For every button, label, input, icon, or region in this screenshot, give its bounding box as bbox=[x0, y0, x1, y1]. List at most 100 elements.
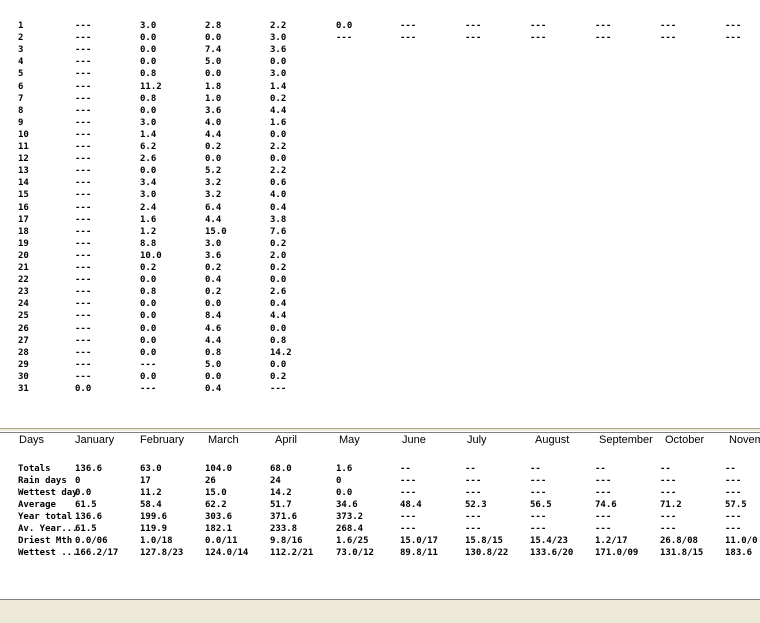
rainfall-cell: 0.0 bbox=[140, 33, 157, 44]
rainfall-cell: --- bbox=[75, 190, 92, 201]
rainfall-cell: --- bbox=[75, 359, 92, 370]
day-number: 21 bbox=[18, 263, 29, 273]
daily-row: 8 --- 0.0 3.6 4.4 bbox=[0, 105, 760, 117]
summary-cell: --- bbox=[465, 476, 482, 486]
day-number: 9 bbox=[18, 117, 24, 128]
column-header-month[interactable]: May bbox=[339, 433, 360, 447]
daily-row: 15 --- 3.0 3.2 4.0 bbox=[0, 189, 760, 201]
status-bar bbox=[0, 600, 760, 623]
rainfall-cell: --- bbox=[75, 69, 92, 80]
rainfall-cell: 0.0 bbox=[270, 323, 287, 334]
day-number: 12 bbox=[18, 154, 29, 165]
summary-cell: 119.9 bbox=[140, 524, 168, 534]
rainfall-cell: 5.2 bbox=[205, 166, 222, 177]
rainfall-cell: 0.0 bbox=[140, 335, 157, 346]
day-number: 7 bbox=[18, 93, 24, 104]
rainfall-cell: 0.8 bbox=[270, 335, 287, 346]
column-header-month[interactable]: Novem bbox=[729, 433, 760, 447]
column-header-month[interactable]: October bbox=[665, 433, 704, 447]
column-header-month[interactable]: August bbox=[535, 433, 569, 447]
column-header-month[interactable]: February bbox=[140, 433, 184, 447]
summary-row: Driest Mth 0.0/06 1.0/18 0.0/11 9.8/16 1.6/25… bbox=[0, 535, 760, 547]
column-header-month[interactable]: September bbox=[599, 433, 653, 447]
daily-row: 18 --- 1.2 15.0 7.6 bbox=[0, 226, 760, 238]
daily-row: 27 --- 0.0 4.4 0.8 bbox=[0, 335, 760, 347]
rainfall-cell: --- bbox=[75, 347, 92, 358]
column-header-month[interactable]: January bbox=[75, 433, 114, 447]
column-header-month[interactable]: March bbox=[208, 433, 239, 447]
summary-cell: -- bbox=[465, 464, 476, 474]
column-header-month[interactable]: April bbox=[275, 433, 297, 447]
rainfall-cell: --- bbox=[725, 33, 742, 44]
summary-cell: --- bbox=[725, 512, 742, 522]
daily-row: 31 0.0 --- 0.4 --- bbox=[0, 383, 760, 395]
column-header-month[interactable]: July bbox=[467, 433, 487, 447]
rainfall-cell: --- bbox=[75, 226, 92, 237]
rainfall-cell: --- bbox=[75, 142, 92, 152]
rainfall-cell: 11.2 bbox=[140, 81, 162, 92]
rainfall-cell: 7.6 bbox=[270, 226, 287, 237]
day-number: 6 bbox=[18, 81, 24, 92]
day-number: 25 bbox=[18, 311, 29, 322]
rainfall-cell: 3.6 bbox=[270, 45, 287, 56]
daily-rainfall-grid[interactable]: 1 --- 3.0 2.8 2.2 0.0 --- --- --- --- --- --- 2 --- 0.… bbox=[0, 0, 760, 428]
rainfall-cell: 0.8 bbox=[205, 347, 222, 358]
daily-row: 30 --- 0.0 0.0 0.2 bbox=[0, 371, 760, 383]
rainfall-cell: 4.4 bbox=[270, 311, 287, 322]
rainfall-cell: 0.4 bbox=[205, 275, 222, 286]
rainfall-cell: 0.0 bbox=[140, 323, 157, 334]
monthly-summary-grid[interactable]: Days January February March April May June July… bbox=[0, 432, 760, 600]
summary-row: Wettest day 0.0 11.2 15.0 14.2 0.0 --- --- --- --… bbox=[0, 487, 760, 499]
rainfall-cell: 8.8 bbox=[140, 238, 157, 249]
summary-cell: 0 bbox=[336, 476, 342, 486]
summary-cell: -- bbox=[595, 464, 606, 474]
daily-row: 16 --- 2.4 6.4 0.4 bbox=[0, 202, 760, 214]
rainfall-cell: 0.8 bbox=[140, 93, 157, 104]
summary-cell: 73.0/12 bbox=[336, 548, 374, 558]
rainfall-cell: 0.0 bbox=[140, 371, 157, 382]
rainfall-cell: 5.0 bbox=[205, 359, 222, 370]
summary-row-label: Wettest ... bbox=[18, 548, 78, 558]
column-header-month[interactable]: June bbox=[402, 433, 426, 447]
day-number: 4 bbox=[18, 57, 24, 68]
daily-row: 19 --- 8.8 3.0 0.2 bbox=[0, 238, 760, 250]
daily-row: 21 --- 0.2 0.2 0.2 bbox=[0, 262, 760, 274]
summary-cell: 15.0 bbox=[205, 488, 227, 498]
rainfall-cell: --- bbox=[75, 214, 92, 225]
summary-row-label: Wettest day bbox=[18, 488, 78, 498]
rainfall-cell: --- bbox=[75, 178, 92, 189]
summary-cell: 1.6/25 bbox=[336, 536, 369, 546]
rainfall-cell: 0.2 bbox=[270, 263, 287, 273]
summary-cell: 17 bbox=[140, 476, 151, 486]
daily-row: 13 --- 0.0 5.2 2.2 bbox=[0, 165, 760, 177]
daily-row: 28 --- 0.0 0.8 14.2 bbox=[0, 347, 760, 359]
summary-cell: 14.2 bbox=[270, 488, 292, 498]
summary-cell: 1.2/17 bbox=[595, 536, 628, 546]
summary-cell: 104.0 bbox=[205, 464, 233, 474]
summary-cell: 268.4 bbox=[336, 524, 364, 534]
rainfall-cell: --- bbox=[75, 263, 92, 273]
rainfall-cell: 0.0 bbox=[336, 21, 353, 31]
summary-cell: 130.8/22 bbox=[465, 548, 509, 558]
daily-row: 14 --- 3.4 3.2 0.6 bbox=[0, 177, 760, 189]
summary-cell: 89.8/11 bbox=[400, 548, 438, 558]
rainfall-cell: 0.4 bbox=[270, 299, 287, 310]
rainfall-cell: 2.0 bbox=[270, 250, 287, 261]
rainfall-cell: 0.0 bbox=[140, 57, 157, 68]
summary-cell: 15.0/17 bbox=[400, 536, 438, 546]
summary-cell: -- bbox=[660, 464, 671, 474]
rainfall-cell: 0.0 bbox=[140, 347, 157, 358]
summary-cell: --- bbox=[595, 476, 612, 486]
rainfall-cell: 0.0 bbox=[205, 33, 222, 44]
rainfall-cell: --- bbox=[336, 33, 353, 44]
rainfall-cell: 1.4 bbox=[140, 129, 157, 140]
rainfall-cell: 0.2 bbox=[270, 93, 287, 104]
summary-cell: 11.2 bbox=[140, 488, 162, 498]
column-header-days[interactable]: Days bbox=[19, 433, 44, 447]
summary-cell: 171.0/09 bbox=[595, 548, 639, 558]
daily-row: 29 --- --- 5.0 0.0 bbox=[0, 359, 760, 371]
rainfall-cell: 4.4 bbox=[205, 335, 222, 346]
day-number: 17 bbox=[18, 214, 29, 225]
rainfall-cell: --- bbox=[75, 371, 92, 382]
rainfall-cell: --- bbox=[140, 359, 157, 370]
